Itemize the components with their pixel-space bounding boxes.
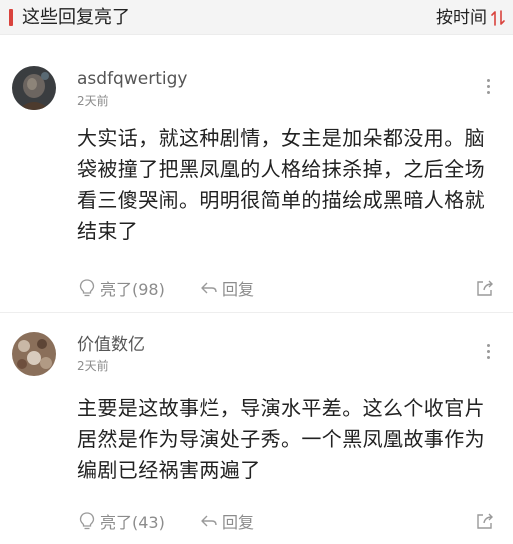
more-options-icon[interactable] — [485, 344, 491, 362]
more-options-icon[interactable] — [485, 79, 491, 97]
username[interactable]: asdfqwertigy — [77, 68, 187, 90]
like-count: 亮了(98) — [100, 280, 165, 299]
like-button[interactable]: 亮了(43) — [77, 509, 165, 533]
share-button[interactable] — [474, 276, 499, 300]
sort-by-time-button[interactable]: 按时间 — [436, 7, 487, 29]
share-icon — [477, 513, 493, 529]
lightbulb-icon — [79, 512, 95, 530]
reply-button[interactable]: 回复 — [199, 276, 254, 300]
like-count: 亮了(43) — [100, 513, 165, 532]
avatar[interactable] — [12, 66, 56, 110]
timestamp: 2天前 — [77, 359, 109, 373]
comment-actions: 亮了(98) 回复 — [77, 276, 499, 300]
reply-arrow-icon — [201, 282, 217, 294]
reply-label: 回复 — [222, 280, 255, 299]
like-button[interactable]: 亮了(98) — [77, 276, 165, 300]
comment-item: 价值数亿 2天前 主要是这故事烂，导演水平差。这么个收官片居然是作为导演处子秀。… — [0, 312, 513, 544]
comment-text: 主要是这故事烂，导演水平差。这么个收官片居然是作为导演处子秀。一个黑凤凰故事作为… — [77, 396, 485, 482]
timestamp: 2天前 — [77, 94, 109, 108]
share-icon — [477, 280, 493, 296]
share-button[interactable] — [474, 509, 499, 533]
sort-toggle-icon[interactable] — [491, 9, 505, 27]
username[interactable]: 价值数亿 — [77, 334, 145, 356]
comment-text: 大实话，就这种剧情，女主是加朵都没用。脑袋被撞了把黑凤凰的人格给抹杀掉，之后全场… — [77, 126, 485, 243]
avatar[interactable] — [12, 332, 56, 376]
reply-button[interactable]: 回复 — [199, 509, 254, 533]
comment-item: asdfqwertigy 2天前 大实话，就这种剧情，女主是加朵都没用。脑袋被撞… — [0, 35, 513, 311]
section-header: 这些回复亮了 按时间 — [0, 0, 513, 35]
comment-actions: 亮了(43) 回复 — [77, 509, 499, 533]
reply-arrow-icon — [201, 515, 217, 527]
reply-label: 回复 — [222, 513, 255, 532]
section-marker — [9, 9, 13, 26]
section-title: 这些回复亮了 — [22, 7, 130, 28]
lightbulb-icon — [79, 279, 95, 297]
